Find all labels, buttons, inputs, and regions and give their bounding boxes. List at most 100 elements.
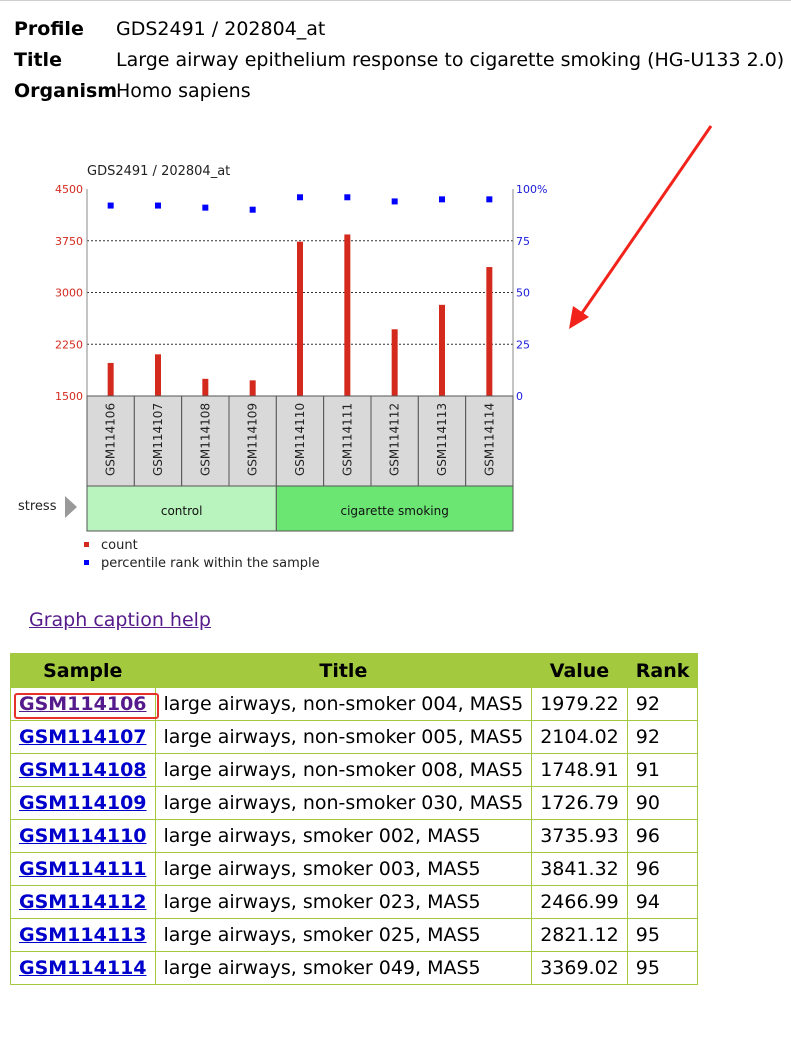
table-row: GSM114112 large airways, smoker 023, MAS… xyxy=(10,885,699,919)
y-left-tick-label: 4500 xyxy=(55,183,83,196)
category-label: GSM114114 xyxy=(482,403,496,476)
table-row: GSM114110 large airways, smoker 002, MAS… xyxy=(10,819,699,853)
sample-link[interactable]: GSM114113 xyxy=(19,924,147,946)
table-row: GSM114107 large airways, non-smoker 005,… xyxy=(10,720,699,754)
legend-swatch xyxy=(84,542,89,547)
percentile-point xyxy=(155,202,161,209)
title-cell: large airways, non-smoker 030, MAS5 xyxy=(154,786,533,820)
group-factor-label: stress xyxy=(18,499,57,514)
graph-caption-help-link[interactable]: Graph caption help xyxy=(29,609,211,631)
chart-title: GDS2491 / 202804_at xyxy=(87,164,230,179)
percentile-point xyxy=(297,194,303,201)
organism-value: Homo sapiens xyxy=(116,80,251,102)
sample-link[interactable]: GSM114110 xyxy=(19,825,147,847)
highlight-annotation-box xyxy=(14,693,159,719)
table-row: GSM114113 large airways, smoker 025, MAS… xyxy=(10,918,699,952)
bar xyxy=(486,267,493,396)
bar xyxy=(107,362,114,396)
rank-cell: 92 xyxy=(626,720,699,754)
table-header-row: Sample Title Value Rank xyxy=(10,653,699,688)
bar xyxy=(439,304,445,396)
expression-chart: GDS2491 / 202804_at 4500 100% 3750 75 3000 50 2… xyxy=(18,164,547,571)
rank-cell: 91 xyxy=(626,753,699,787)
organism-row: Organism Homo sapiens xyxy=(14,76,784,107)
bar xyxy=(155,354,161,396)
category-label: GSM114112 xyxy=(388,403,402,476)
title-cell: large airways, smoker 023, MAS5 xyxy=(154,885,533,919)
sample-cell: GSM114110 xyxy=(10,819,156,853)
sample-link[interactable]: GSM114108 xyxy=(19,759,147,781)
value-cell: 1979.22 xyxy=(531,687,628,721)
percentile-point xyxy=(391,198,398,205)
rank-cell: 95 xyxy=(626,918,699,952)
sample-cell: GSM114109 xyxy=(10,786,156,820)
legend-label: percentile rank within the sample xyxy=(101,556,320,571)
sample-cell: GSM114114 xyxy=(10,951,156,985)
percentile-point xyxy=(249,206,256,213)
arrow-head xyxy=(569,306,589,329)
sample-cell: GSM114108 xyxy=(10,753,156,787)
group-label: control xyxy=(161,504,203,518)
category-label: GSM114107 xyxy=(151,403,165,476)
title-label: Title xyxy=(14,49,62,71)
profile-row: Profile GDS2491 / 202804_at xyxy=(14,14,784,45)
y-right-tick-label: 0 xyxy=(516,390,523,403)
value-cell: 2466.99 xyxy=(531,885,628,919)
rank-cell: 90 xyxy=(626,786,699,820)
profile-summary: Profile GDS2491 / 202804_at Title Large … xyxy=(14,14,784,107)
header-rank: Rank xyxy=(626,653,699,688)
title-cell: large airways, non-smoker 008, MAS5 xyxy=(154,753,533,787)
legend-swatch xyxy=(84,560,89,565)
table-row: GSM114108 large airways, non-smoker 008,… xyxy=(10,753,699,787)
percentile-point xyxy=(439,196,445,203)
value-cell: 3369.02 xyxy=(531,951,628,985)
sample-link[interactable]: GSM114112 xyxy=(19,891,147,913)
category-label: GSM114113 xyxy=(435,403,449,476)
y-left-tick-label: 3000 xyxy=(55,287,83,300)
percentile-point xyxy=(486,196,493,203)
sample-cell: GSM114112 xyxy=(10,885,156,919)
value-cell: 3841.32 xyxy=(531,852,628,886)
sample-link[interactable]: GSM114114 xyxy=(19,957,147,979)
legend-label: count xyxy=(101,538,138,553)
bar xyxy=(202,378,209,396)
sample-cell: GSM114107 xyxy=(10,720,156,754)
y-left-tick-label: 1500 xyxy=(55,390,83,403)
percentile-point xyxy=(344,194,351,201)
y-right-tick-label: 50 xyxy=(516,287,530,300)
sample-link[interactable]: GSM114107 xyxy=(19,726,147,748)
title-row: Title Large airway epithelium response t… xyxy=(14,45,784,76)
sample-cell: GSM114111 xyxy=(10,852,156,886)
rank-cell: 92 xyxy=(626,687,699,721)
value-cell: 2821.12 xyxy=(531,918,628,952)
sample-link[interactable]: GSM114111 xyxy=(19,858,147,880)
title-cell: large airways, smoker 003, MAS5 xyxy=(154,852,533,886)
category-label: GSM114111 xyxy=(340,403,354,476)
value-cell: 3735.93 xyxy=(531,819,628,853)
table-row: GSM114114 large airways, smoker 049, MAS… xyxy=(10,951,699,985)
rank-cell: 96 xyxy=(626,852,699,886)
title-value: Large airway epithelium response to ciga… xyxy=(116,49,785,71)
header-sample: Sample xyxy=(10,653,156,688)
arrow-shaft xyxy=(578,125,713,317)
organism-label: Organism xyxy=(14,80,118,102)
value-cell: 1726.79 xyxy=(531,786,628,820)
bar xyxy=(391,329,398,396)
rank-cell: 96 xyxy=(626,819,699,853)
category-label: GSM114108 xyxy=(198,403,212,476)
y-right-tick-label: 100% xyxy=(516,183,547,196)
bar xyxy=(297,241,303,396)
value-cell: 2104.02 xyxy=(531,720,628,754)
y-right-tick-label: 75 xyxy=(516,235,530,248)
group-label: cigarette smoking xyxy=(340,504,448,518)
sample-link[interactable]: GSM114109 xyxy=(19,792,147,814)
category-label: GSM114109 xyxy=(246,403,260,476)
title-cell: large airways, smoker 049, MAS5 xyxy=(154,951,533,985)
title-cell: large airways, smoker 025, MAS5 xyxy=(154,918,533,952)
table-row: GSM114111 large airways, smoker 003, MAS… xyxy=(10,852,699,886)
title-cell: large airways, smoker 002, MAS5 xyxy=(154,819,533,853)
header-title: Title xyxy=(154,653,533,688)
profile-label: Profile xyxy=(14,18,84,40)
title-cell: large airways, non-smoker 004, MAS5 xyxy=(154,687,533,721)
header-value: Value xyxy=(531,653,628,688)
